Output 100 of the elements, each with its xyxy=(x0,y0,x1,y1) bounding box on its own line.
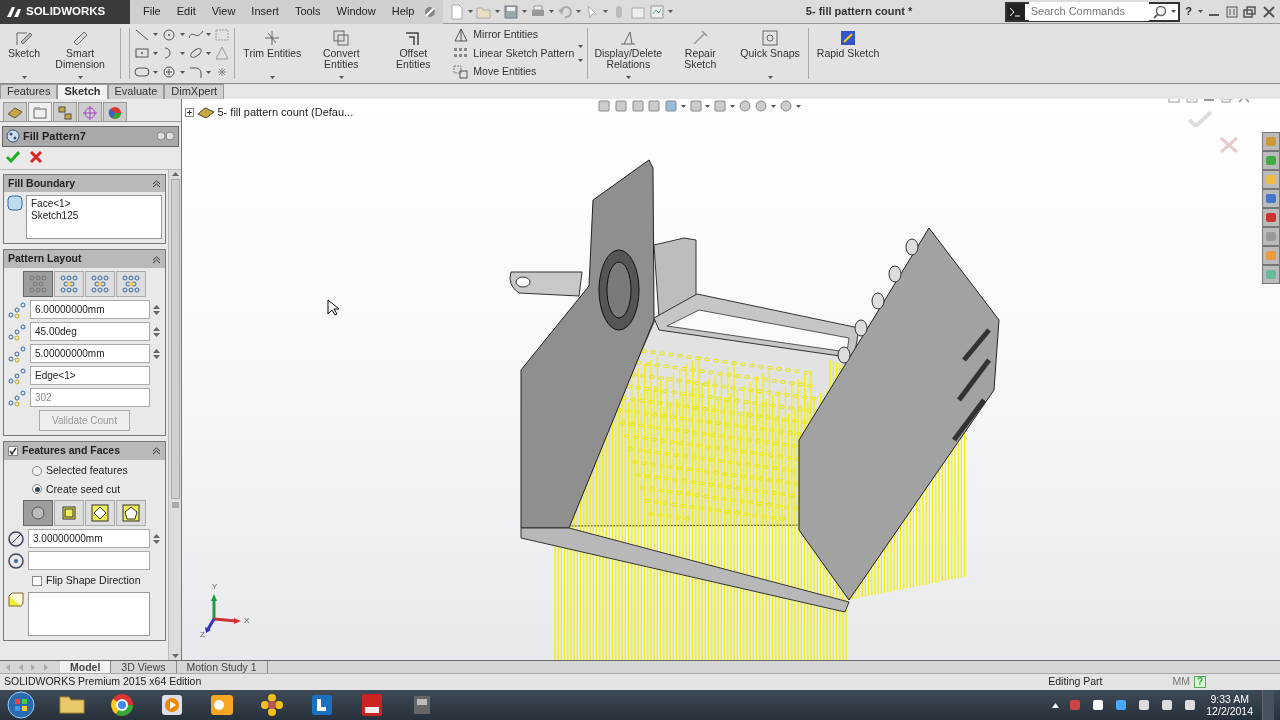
save-icon[interactable] xyxy=(503,3,520,20)
ribbon-button[interactable]: Display/Delete Relations xyxy=(592,26,665,81)
caret-icon[interactable] xyxy=(767,76,773,79)
input-field[interactable]: 302 xyxy=(30,388,150,407)
radio-option[interactable]: Create seed cut xyxy=(7,481,162,498)
caret-icon[interactable] xyxy=(269,76,275,79)
section-header[interactable]: Features and Faces xyxy=(4,442,165,460)
flower-icon[interactable] xyxy=(258,691,286,719)
panel-tab[interactable] xyxy=(53,102,77,121)
tab[interactable]: Features xyxy=(0,84,58,99)
caret-icon[interactable] xyxy=(668,10,674,13)
selection-list[interactable]: Face<1> Sketch125 xyxy=(26,195,162,240)
show-hidden-icon[interactable] xyxy=(1052,702,1060,708)
caret-icon[interactable] xyxy=(603,10,609,13)
menu-item[interactable]: File xyxy=(136,2,168,21)
radio-option[interactable]: Selected features xyxy=(7,462,162,479)
search-icon[interactable] xyxy=(1152,4,1167,19)
caret-icon[interactable] xyxy=(795,104,801,108)
caret-icon[interactable] xyxy=(549,10,555,13)
caret-icon[interactable] xyxy=(625,76,631,79)
ribbon-command[interactable]: Mirror Entities xyxy=(453,27,575,44)
input-field[interactable] xyxy=(28,551,150,571)
caret-icon[interactable] xyxy=(578,59,584,62)
caret-icon[interactable] xyxy=(152,70,158,74)
input-field[interactable]: 3.00000000mm xyxy=(28,529,150,549)
input-field[interactable]: 45.00deg xyxy=(30,322,150,341)
scrollbar-thumb[interactable] xyxy=(170,178,180,499)
help-icon[interactable] xyxy=(155,130,175,143)
panel-tab[interactable] xyxy=(28,102,52,121)
line-icon[interactable] xyxy=(134,27,151,42)
layout-option[interactable] xyxy=(116,271,146,297)
caret-icon[interactable] xyxy=(576,10,582,13)
caret-icon[interactable] xyxy=(77,76,83,79)
caret-icon[interactable] xyxy=(1197,10,1203,13)
flip-checkbox[interactable]: Flip Shape Direction xyxy=(7,573,162,589)
menu-item[interactable]: Tools xyxy=(287,2,328,21)
pin-icon[interactable] xyxy=(423,4,438,19)
browser-icon[interactable] xyxy=(108,691,136,719)
caret-icon[interactable] xyxy=(338,76,344,79)
ribbon-button[interactable]: Rapid Sketch xyxy=(812,26,884,81)
caret-icon[interactable] xyxy=(705,104,711,108)
panel-tab[interactable] xyxy=(103,102,127,121)
caret-icon[interactable] xyxy=(522,10,528,13)
caret-icon[interactable] xyxy=(680,104,686,108)
input-field[interactable]: 6.00000000mm xyxy=(30,300,150,319)
caret-icon[interactable] xyxy=(206,70,212,74)
start-button[interactable] xyxy=(6,691,36,719)
rectangle-icon[interactable] xyxy=(134,46,151,61)
caret-icon[interactable] xyxy=(468,10,474,13)
ribbon-command[interactable]: Move Entities xyxy=(453,63,575,80)
tab[interactable]: Sketch xyxy=(57,84,108,99)
ellipse-icon[interactable] xyxy=(187,46,204,61)
menu-item[interactable]: Edit xyxy=(169,2,203,21)
slot-icon[interactable] xyxy=(134,65,151,80)
caret-icon[interactable] xyxy=(206,33,212,37)
collapse-icon[interactable] xyxy=(152,254,161,264)
radio-button[interactable] xyxy=(32,465,42,476)
menu-item[interactable]: Insert xyxy=(244,2,286,21)
spin-button[interactable] xyxy=(153,533,162,544)
checkbox[interactable] xyxy=(8,445,18,456)
caret-icon[interactable] xyxy=(152,33,158,37)
fillet-icon[interactable] xyxy=(187,65,204,80)
panel-tab[interactable] xyxy=(3,102,27,121)
tab[interactable]: Evaluate xyxy=(107,84,165,99)
clock[interactable]: 9:33 AM 12/2/2014 xyxy=(1206,692,1253,718)
input-field[interactable]: Edge<1> xyxy=(30,366,150,385)
tab[interactable]: Model xyxy=(60,661,112,673)
caret-icon[interactable] xyxy=(179,70,185,74)
expand-icon[interactable] xyxy=(185,107,194,117)
menu-item[interactable]: View xyxy=(204,2,243,21)
radio-button[interactable] xyxy=(32,484,42,495)
tab[interactable]: DimXpert xyxy=(164,84,225,99)
section-header[interactable]: Pattern Layout xyxy=(4,250,165,268)
layout-option[interactable] xyxy=(23,271,53,297)
ribbon-button[interactable]: Sketch xyxy=(4,26,45,81)
caret-icon[interactable] xyxy=(1170,10,1176,13)
scrollbar[interactable] xyxy=(168,169,181,660)
unit-system[interactable]: MM xyxy=(1172,674,1190,690)
menu-item[interactable]: Help xyxy=(384,2,422,21)
ribbon-button[interactable]: Offset Entities xyxy=(377,26,450,81)
menu-item[interactable]: Window xyxy=(329,2,383,21)
list-item[interactable]: Face<1> xyxy=(31,198,157,210)
caret-icon[interactable] xyxy=(495,10,501,13)
down-icon[interactable] xyxy=(171,654,179,658)
circle-icon[interactable] xyxy=(160,65,177,80)
ribbon-button[interactable]: Quick Snaps xyxy=(736,26,804,81)
ribbon-button[interactable]: Convert Entities xyxy=(305,26,378,81)
caret-icon[interactable] xyxy=(179,52,185,55)
caret-icon[interactable] xyxy=(179,33,185,37)
collapse-icon[interactable] xyxy=(152,178,161,188)
layout-option[interactable] xyxy=(85,271,115,297)
spin-button[interactable] xyxy=(153,326,162,337)
input-field[interactable]: 5.00000000mm xyxy=(30,344,150,363)
circle-icon[interactable] xyxy=(160,27,177,42)
layout-option[interactable] xyxy=(54,271,84,297)
checkbox[interactable] xyxy=(32,576,42,587)
caret-icon[interactable] xyxy=(21,76,27,79)
ribbon-button[interactable]: Repair Sketch xyxy=(664,26,737,81)
check-icon[interactable] xyxy=(6,150,20,163)
caret-icon[interactable] xyxy=(771,104,776,108)
